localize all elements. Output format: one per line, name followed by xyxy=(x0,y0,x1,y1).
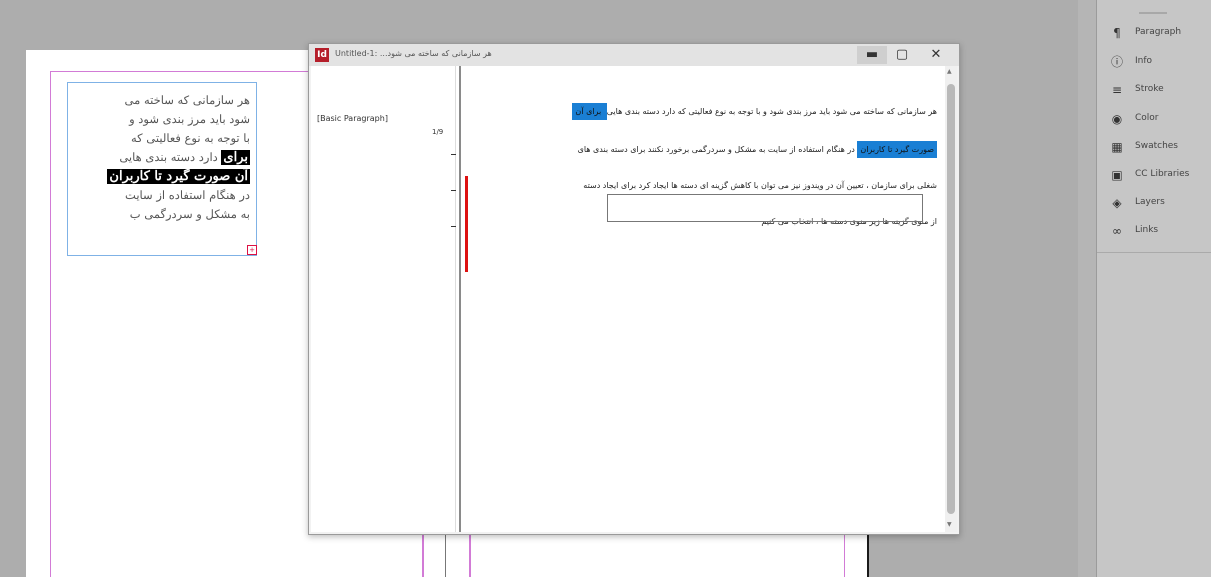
story-line-text: در هنگام استفاده از سایت به مشکل و سردرگ… xyxy=(577,145,858,154)
overset-text-marker xyxy=(465,176,468,272)
panel-links[interactable]: ∞ Links xyxy=(1105,220,1209,242)
story-editor-window[interactable]: Id Untitled-1: ...هر سازمانی که ساخته می… xyxy=(308,43,960,535)
panel-label: Layers xyxy=(1135,197,1165,207)
panel-label: Color xyxy=(1135,113,1159,123)
depth-tick xyxy=(451,154,456,155)
column-divider xyxy=(445,530,446,577)
panel-swatches[interactable]: ▦ Swatches xyxy=(1105,136,1209,158)
minimize-button[interactable]: ▬ xyxy=(857,46,887,64)
panel-dock: ¶ Paragraph ⓘ Info ≡ Stroke ◉ Color ▦ Sw… xyxy=(1096,0,1211,577)
column-guide-1 xyxy=(422,530,424,577)
depth-tick xyxy=(451,226,456,227)
panel-stroke[interactable]: ≡ Stroke xyxy=(1105,79,1209,101)
vertical-scrollbar[interactable]: ▲ ▼ xyxy=(945,66,957,532)
color-icon: ◉ xyxy=(1111,112,1123,126)
panel-label: Paragraph xyxy=(1135,27,1182,37)
story-editor-body[interactable]: [Basic Paragraph] 1/9 هر سازمانی که ساخت… xyxy=(311,66,957,532)
frame-selection: برای xyxy=(221,150,250,165)
scrollbar-thumb[interactable] xyxy=(947,84,955,514)
frame-line: آن صورت گیرد تا کاربران xyxy=(74,167,250,186)
scroll-up-icon[interactable]: ▲ xyxy=(947,68,952,75)
frame-line-text: دارد دسته بندی هایی xyxy=(119,150,218,164)
selected-text: برای آن xyxy=(572,103,607,120)
swatches-icon: ▦ xyxy=(1111,140,1123,154)
text-frame[interactable]: هر سازمانی که ساخته می شود باید مرز بندی… xyxy=(67,82,257,256)
panel-info[interactable]: ⓘ Info xyxy=(1105,51,1209,73)
frame-line: به مشکل و سردرگمی ب xyxy=(129,207,250,221)
stroke-icon: ≡ xyxy=(1111,83,1123,97)
frame-selection: آن صورت گیرد تا کاربران xyxy=(107,169,250,184)
links-icon: ∞ xyxy=(1112,224,1122,238)
selected-text: صورت گیرد تا کاربران xyxy=(857,141,937,158)
info-icon: ⓘ xyxy=(1110,55,1123,69)
story-editor-titlebar[interactable]: Id Untitled-1: ...هر سازمانی که ساخته می… xyxy=(309,44,959,66)
paragraph-style-name: [Basic Paragraph] xyxy=(317,114,388,123)
indesign-app-icon: Id xyxy=(315,48,329,62)
frame-line: در هنگام استفاده از سایت xyxy=(125,188,250,202)
story-line-text: هر سازمانی که ساخته می شود باید مرز بندی… xyxy=(606,107,937,116)
story-editor-title: Untitled-1: ...هر سازمانی که ساخته می شو… xyxy=(335,49,492,58)
panel-label: Links xyxy=(1135,225,1159,235)
paragraph-icon: ¶ xyxy=(1113,26,1121,40)
close-button[interactable]: ✕ xyxy=(921,46,951,64)
panel-label: Info xyxy=(1135,56,1153,66)
left-margin-guide xyxy=(50,71,51,577)
dock-grip[interactable] xyxy=(1139,12,1167,14)
frame-line: شود باید مرز بندی شود و xyxy=(129,112,250,126)
depth-ruler-label: 1/9 xyxy=(432,128,444,136)
panel-cc-libraries[interactable]: ▣ CC Libraries xyxy=(1105,164,1209,186)
dock-gutter xyxy=(1078,0,1096,577)
overset-indicator[interactable]: + xyxy=(247,245,257,255)
depth-ruler-divider xyxy=(459,66,461,532)
layers-icon: ◈ xyxy=(1112,196,1122,210)
panel-label: CC Libraries xyxy=(1135,169,1190,179)
column-guide-2 xyxy=(469,530,471,577)
frame-line: با توجه به نوع فعالیتی که xyxy=(131,131,250,145)
panel-layers[interactable]: ◈ Layers xyxy=(1105,192,1209,214)
frame-line: هر سازمانی که ساخته می xyxy=(124,93,250,107)
story-line: صورت گیرد تا کاربران در هنگام استفاده از… xyxy=(578,140,937,162)
text-frame-boundary xyxy=(607,194,923,222)
frame-line: برای دارد دسته بندی هایی xyxy=(74,148,250,167)
cc-libraries-icon: ▣ xyxy=(1111,168,1123,182)
style-name-column: [Basic Paragraph] 1/9 xyxy=(311,66,456,532)
panel-label: Swatches xyxy=(1135,141,1178,151)
depth-tick xyxy=(451,190,456,191)
panel-paragraph[interactable]: ¶ Paragraph xyxy=(1105,22,1209,44)
panel-label: Stroke xyxy=(1135,84,1164,94)
scroll-down-icon[interactable]: ▼ xyxy=(947,521,952,528)
panel-color[interactable]: ◉ Color xyxy=(1105,108,1209,130)
story-line: هر سازمانی که ساخته می شود باید مرز بندی… xyxy=(572,102,937,124)
maximize-button[interactable]: ▢ xyxy=(887,46,917,64)
dock-separator xyxy=(1097,252,1211,253)
